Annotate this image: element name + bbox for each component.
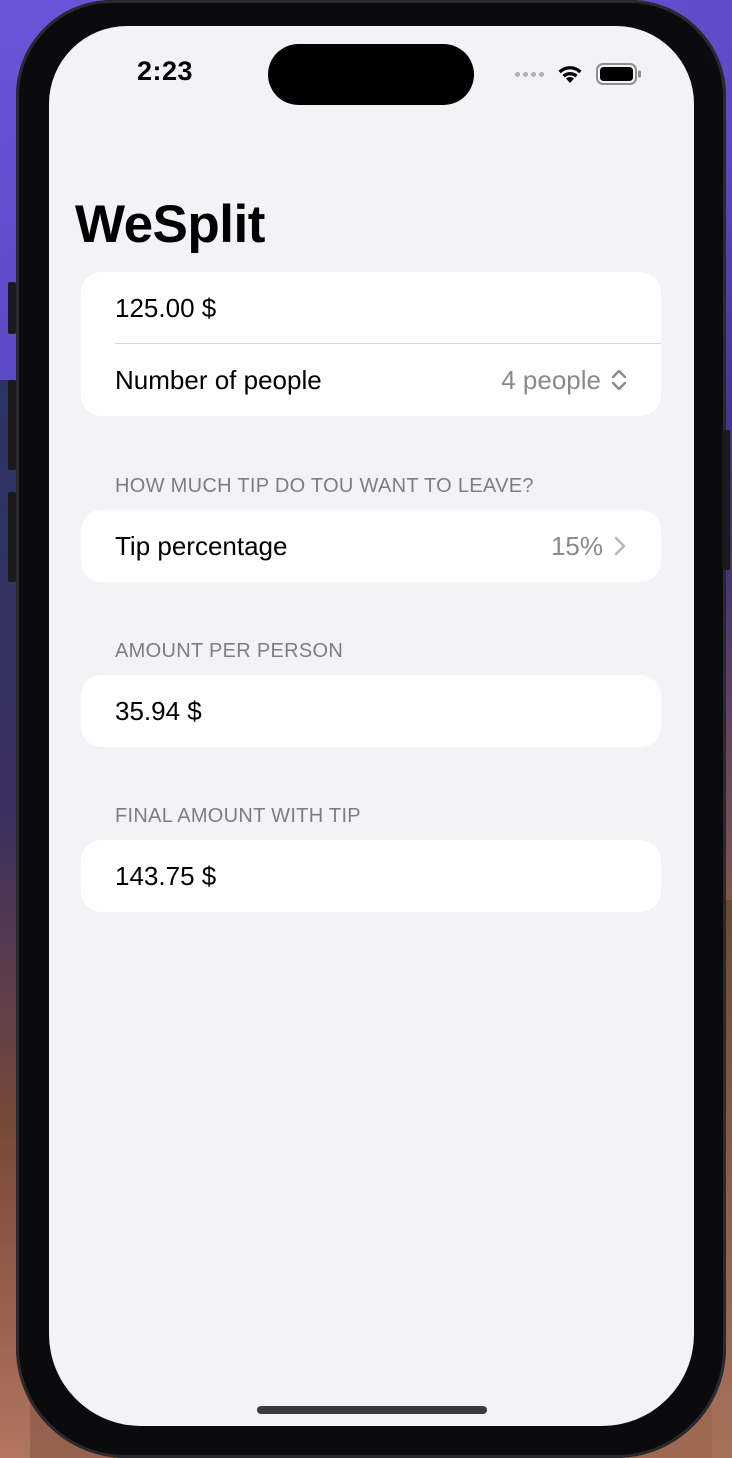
app-screen: 2:23 WeSplit 125.00 $ Number of people 4…	[49, 26, 694, 1426]
amount-per-person-value: 35.94 $	[115, 695, 202, 726]
volume-down-button	[8, 492, 16, 582]
total-section-header: FINAL AMOUNT WITH TIP	[115, 805, 361, 827]
chevron-right-icon	[614, 536, 626, 556]
wifi-icon	[558, 66, 582, 83]
number-of-people-picker[interactable]: Number of people 4 people	[81, 344, 661, 416]
tip-card: Tip percentage 15%	[81, 510, 661, 582]
check-amount-value[interactable]: 125.00 $	[115, 293, 216, 324]
tip-percentage-row[interactable]: Tip percentage 15%	[81, 510, 661, 582]
number-of-people-label: Number of people	[115, 364, 322, 395]
chevron-up-down-icon	[611, 369, 627, 391]
check-card: 125.00 $ Number of people 4 people	[81, 272, 661, 416]
page-title: WeSplit	[75, 195, 265, 254]
dynamic-island	[268, 44, 474, 105]
total-card: 143.75 $	[81, 840, 661, 912]
number-of-people-value: 4 people	[501, 364, 601, 395]
home-indicator[interactable]	[257, 1406, 487, 1414]
status-icons	[515, 62, 642, 86]
signal-dots-icon	[515, 71, 544, 77]
final-amount-value: 143.75 $	[115, 860, 217, 891]
battery-icon	[596, 63, 641, 85]
per-person-row: 35.94 $	[81, 675, 661, 747]
action-button	[8, 282, 16, 334]
total-row: 143.75 $	[81, 840, 661, 912]
tip-percentage-value: 15%	[550, 530, 603, 561]
tip-section-header: HOW MUCH TIP DO TOU WANT TO LEAVE?	[115, 475, 534, 497]
volume-up-button	[8, 380, 16, 470]
power-button	[722, 430, 730, 570]
per-person-card: 35.94 $	[81, 675, 661, 747]
per-person-section-header: AMOUNT PER PERSON	[115, 640, 344, 662]
tip-percentage-selection[interactable]: 15%	[551, 510, 627, 582]
status-time: 2:23	[137, 56, 194, 86]
tip-percentage-label: Tip percentage	[115, 530, 288, 561]
check-amount-field[interactable]: 125.00 $	[81, 272, 661, 344]
number-of-people-selection[interactable]: 4 people	[501, 344, 627, 416]
